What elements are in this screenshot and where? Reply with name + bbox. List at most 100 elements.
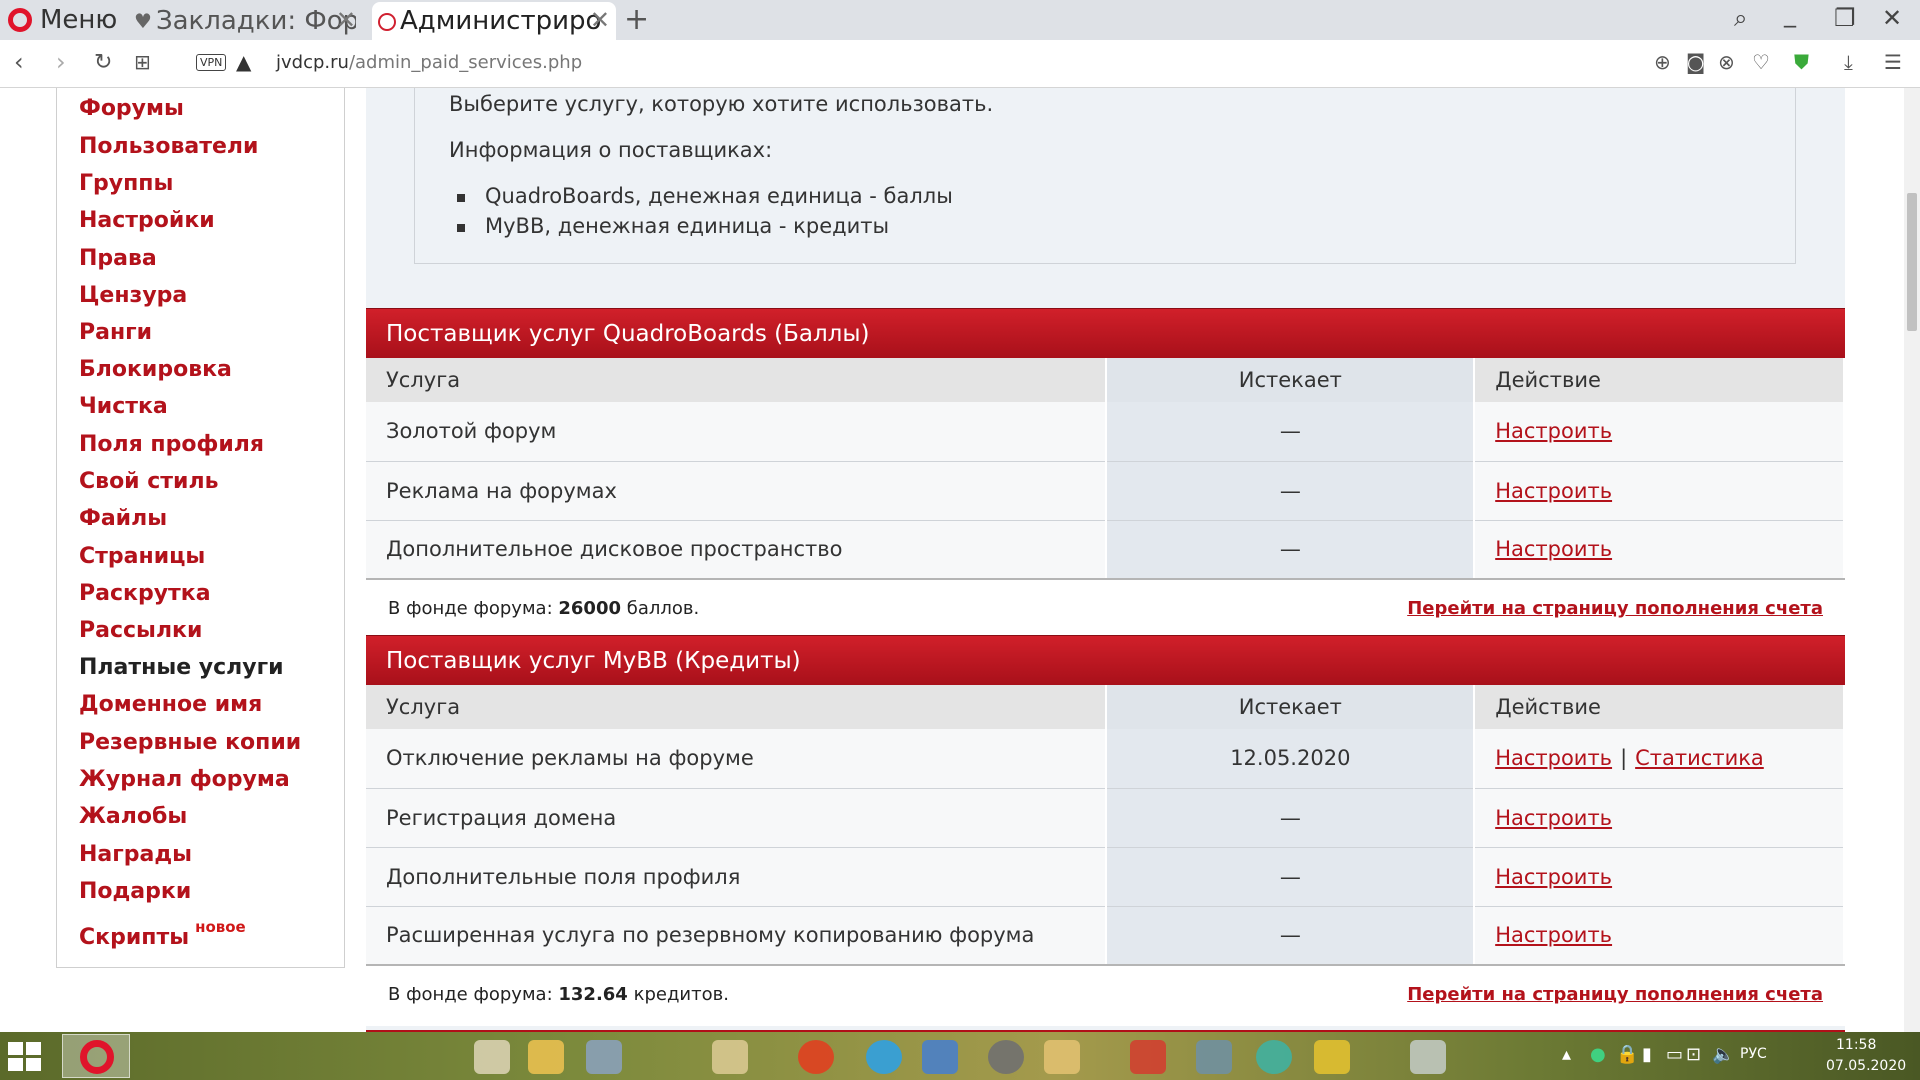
archive-icon[interactable] <box>1196 1040 1232 1074</box>
sidebar-item-pages[interactable]: Страницы <box>79 544 205 569</box>
speedometer-icon[interactable] <box>988 1040 1024 1074</box>
action-cell: Настроить | Статистика <box>1474 729 1845 789</box>
address-bar: ‹ › ↻ ⊞ VPN ▲ jvdcp.ru/admin_paid_servic… <box>0 40 1920 88</box>
configure-link[interactable]: Настроить <box>1495 537 1612 561</box>
input-language[interactable]: РУС <box>1740 1046 1767 1062</box>
sidebar-item-settings[interactable]: Настройки <box>79 208 215 233</box>
top-up-link[interactable]: Перейти на страницу пополнения счета <box>1407 598 1823 619</box>
mail-icon[interactable] <box>1044 1040 1080 1074</box>
configure-link[interactable]: Настроить <box>1495 479 1612 503</box>
close-window-icon[interactable]: ✕ <box>1882 4 1902 32</box>
volume-icon[interactable]: 🔈 <box>1712 1044 1734 1065</box>
network-bars-icon[interactable]: ▮ <box>1642 1044 1652 1065</box>
top-up-link[interactable]: Перейти на страницу пополнения счета <box>1407 984 1823 1005</box>
sidebar-item-bans[interactable]: Блокировка <box>79 357 232 382</box>
sidebar-item-forum-log[interactable]: Журнал форума <box>79 767 290 792</box>
sidebar-item-paid-services[interactable]: Платные услуги <box>79 655 284 680</box>
configure-link[interactable]: Настроить <box>1495 806 1612 830</box>
network-icon[interactable]: ⊡ <box>1686 1044 1701 1065</box>
fund-balance-row: В фонде форума: 132.64 кредитов. Перейти… <box>366 966 1845 1026</box>
new-tab-icon[interactable]: + <box>624 2 649 37</box>
recycle-bin-icon[interactable] <box>1410 1040 1446 1074</box>
k-app-icon[interactable] <box>1130 1040 1166 1074</box>
video-icon[interactable] <box>922 1040 958 1074</box>
file-icon[interactable] <box>474 1040 510 1074</box>
opera-alt-icon[interactable] <box>798 1040 834 1074</box>
admin-sidebar: Форумы Пользователи Группы Настройки Пра… <box>56 88 345 968</box>
sidebar-item-profile-fields[interactable]: Поля профиля <box>79 432 264 457</box>
sidebar-item-custom-style[interactable]: Свой стиль <box>79 469 219 494</box>
sidebar-item-groups[interactable]: Группы <box>79 171 173 196</box>
easy-setup-icon[interactable]: ☰ <box>1884 50 1902 74</box>
sidebar-item-forums[interactable]: Форумы <box>79 96 184 121</box>
skype-icon[interactable] <box>866 1040 902 1074</box>
download-icon[interactable]: ⤓ <box>1844 50 1853 74</box>
sidebar-item-promotion[interactable]: Раскрутка <box>79 581 211 606</box>
sidebar-item-awards[interactable]: Награды <box>79 842 192 867</box>
sidebar-item-complaints[interactable]: Жалобы <box>79 804 187 829</box>
warning-icon[interactable]: ▲ <box>236 50 251 74</box>
zoom-icon[interactable]: ⊕ <box>1654 50 1671 74</box>
heart-bookmark-icon[interactable]: ♡ <box>1752 50 1770 74</box>
configure-link[interactable]: Настроить <box>1495 419 1612 443</box>
scrollbar-thumb[interactable] <box>1907 193 1917 331</box>
minimize-icon[interactable]: _ <box>1784 0 1796 28</box>
reload-icon[interactable]: ↻ <box>94 50 112 75</box>
url-field[interactable]: jvdcp.ru/admin_paid_services.php <box>276 52 582 73</box>
back-icon[interactable]: ‹ <box>14 48 24 76</box>
clock-time[interactable]: 11:58 <box>1836 1037 1876 1053</box>
antivirus-icon[interactable]: ● <box>1590 1044 1606 1065</box>
restore-icon[interactable]: ❐ <box>1834 4 1856 32</box>
vpn-badge[interactable]: VPN <box>196 54 227 71</box>
configure-link[interactable]: Настроить <box>1495 746 1612 770</box>
notepad-icon[interactable] <box>712 1040 748 1074</box>
configure-link[interactable]: Настроить <box>1495 923 1612 947</box>
chrome-icon[interactable] <box>1256 1040 1292 1074</box>
services-table: Услуга Истекает Действие Золотой форум —… <box>366 358 1845 580</box>
folder-icon[interactable] <box>528 1040 564 1074</box>
service-name: Отключение рекламы на форуме <box>366 729 1108 789</box>
service-expires: — <box>1106 906 1476 966</box>
opera-menu-button[interactable]: Меню <box>8 4 117 36</box>
sidebar-item-scripts[interactable]: Скрипты новое <box>79 918 246 950</box>
service-expires: — <box>1106 461 1476 521</box>
show-hidden-icons-icon[interactable]: ▴ <box>1562 1044 1571 1065</box>
close-tab-icon[interactable]: ✕ <box>336 6 356 34</box>
sidebar-item-censorship[interactable]: Цензура <box>79 283 187 308</box>
sidebar-item-users[interactable]: Пользователи <box>79 134 258 159</box>
close-tab-icon[interactable]: ✕ <box>590 6 610 34</box>
action-cell: Настроить <box>1474 461 1845 521</box>
camera-icon[interactable]: ◙ <box>1686 50 1705 74</box>
sidebar-item-gifts[interactable]: Подарки <box>79 879 191 904</box>
triangle-app-icon[interactable] <box>1314 1040 1350 1074</box>
main-content: Выберите услугу, которую хотите использо… <box>366 88 1845 1032</box>
page-viewport: Форумы Пользователи Группы Настройки Пра… <box>0 88 1904 1032</box>
tab-admin[interactable]: Администрирова ✕ <box>372 2 616 40</box>
adblock-icon[interactable]: ⊗ <box>1718 50 1735 74</box>
lock-icon[interactable]: 🔒 <box>1616 1044 1638 1065</box>
start-button[interactable] <box>8 1042 42 1072</box>
sidebar-item-ranks[interactable]: Ранги <box>79 320 152 345</box>
column-header-expires: Истекает <box>1106 358 1476 402</box>
service-expires: — <box>1106 520 1476 580</box>
sidebar-item-files[interactable]: Файлы <box>79 506 167 531</box>
table-row: Отключение рекламы на форуме 12.05.2020 … <box>366 729 1845 789</box>
sidebar-item-permissions[interactable]: Права <box>79 246 157 271</box>
configure-link[interactable]: Настроить <box>1495 865 1612 889</box>
speed-dial-icon[interactable]: ⊞ <box>134 50 151 74</box>
tab-bookmarks[interactable]: ♥ Закладки: Фору ✕ <box>130 2 362 40</box>
sidebar-item-mailings[interactable]: Рассылки <box>79 618 202 643</box>
sidebar-item-backups[interactable]: Резервные копии <box>79 730 301 755</box>
clock-date[interactable]: 07.05.2020 <box>1826 1058 1906 1074</box>
display-icon[interactable]: ▭ <box>1666 1044 1683 1065</box>
forward-icon[interactable]: › <box>56 48 66 76</box>
search-app-icon[interactable] <box>586 1040 622 1074</box>
statistics-link[interactable]: Статистика <box>1635 746 1764 770</box>
search-tabs-icon[interactable]: ⌕ <box>1734 4 1747 32</box>
taskbar-opera[interactable] <box>62 1034 130 1078</box>
sidebar-item-pruning[interactable]: Чистка <box>79 394 168 419</box>
provider-info-box: Выберите услугу, которую хотите использо… <box>414 88 1796 264</box>
page-scrollbar[interactable] <box>1904 88 1920 1032</box>
sidebar-item-domain-name[interactable]: Доменное имя <box>79 692 262 717</box>
shield-icon[interactable]: ⛊ <box>1794 50 1809 74</box>
